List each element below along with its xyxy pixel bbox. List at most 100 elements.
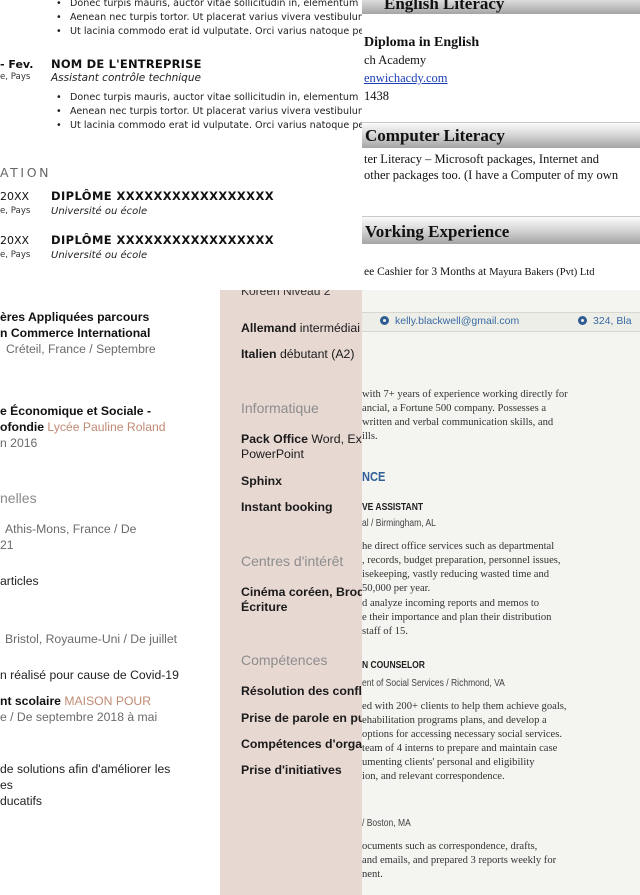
interest-name: Écriture — [241, 600, 288, 614]
diploma-title: DIPLÔME XXXXXXXXXXXXXXXXX — [51, 233, 274, 247]
education-line: e Économique et Sociale - — [0, 404, 152, 418]
job-title: N COUNSELOR — [362, 660, 425, 671]
skill-item: Prise d'initiatives — [241, 763, 342, 777]
job-line: nent. — [362, 869, 383, 880]
scanned-cv-fragment: kelly.blackwell@gmail.com 324, Bla with … — [362, 290, 640, 895]
job-title: VE ASSISTANT — [362, 502, 424, 513]
interest-item: Cinéma coréen, Brod — [241, 585, 362, 599]
skill-name: Résolution des conflit — [241, 684, 362, 698]
academy-website-link[interactable]: enwichacdy.com — [364, 71, 448, 86]
academy-line: ch Academy — [364, 53, 427, 67]
education-line: ères Appliquées parcours — [0, 310, 150, 324]
job-role: Assistant contrôle technique — [51, 72, 201, 84]
experience-line: nt scolaire MAISON POUR — [0, 694, 151, 708]
job-line: ehabilitation programs plans, and develo… — [362, 715, 547, 726]
skill-item: Résolution des conflit — [241, 684, 362, 698]
diploma-line: Diploma in English — [364, 35, 480, 50]
job-location: e, Pays — [0, 72, 31, 82]
experience-line: n réalisé pour cause de Covid-19 — [0, 668, 179, 682]
job-line: options for accessing necessary social s… — [362, 729, 563, 740]
interest-name: Cinéma coréen, Brod — [241, 585, 362, 599]
computer-text-line: ter Literacy – Microsoft packages, Inter… — [364, 152, 599, 166]
language-item: Allemand intermédiai — [241, 321, 360, 335]
job-line: , records, budget preparation, personnel… — [362, 555, 561, 566]
skill-item: Compétences d'organ — [241, 737, 362, 751]
contact-address-text: 324, Bla — [593, 315, 632, 327]
education-section-title: ATION — [0, 165, 52, 180]
job-line: staff of 15. — [362, 626, 408, 637]
education-location: e, Pays — [0, 206, 31, 216]
experience-line: Bristol, Royaume-Uni / De juillet — [5, 632, 178, 646]
summary-line: ills. — [362, 431, 378, 442]
job-employer: / Boston, MA — [362, 818, 411, 829]
software-item: Sphinx — [241, 474, 282, 488]
skill-name: Compétences d'organ — [241, 737, 362, 751]
software-item: Pack Office Word, Ex — [241, 432, 362, 446]
academy-number: 1438 — [364, 89, 389, 103]
education-line: ofondie Lycée Pauline Roland — [0, 420, 166, 434]
work-line-company: Mayura Bakers (Pvt) Ltd — [489, 267, 595, 278]
contact-address: 324, Bla — [578, 315, 632, 327]
experience-section-title: NCE — [362, 469, 386, 484]
language-level: débutant (A2) — [279, 347, 355, 361]
summary-line: ancial, a Fortune 500 company. Possesses… — [362, 403, 547, 414]
skill-name: Prise d'initiatives — [241, 763, 342, 777]
job-line: ion, and relevant correspondence. — [362, 771, 505, 782]
language-level: intermédiai — [299, 321, 360, 335]
software-name: Instant booking — [241, 500, 333, 514]
school-name: Université ou école — [51, 206, 148, 217]
experience-line: 21 — [0, 538, 14, 552]
job-employer: ent of Social Services / Richmond, VA — [362, 678, 505, 689]
experience-heading: nelles — [0, 490, 37, 506]
organization-name: MAISON POUR — [64, 694, 152, 708]
job-line: isekeeping, vastly reducing wasted time … — [362, 569, 550, 580]
job-line: 50,000 per year. — [362, 583, 431, 594]
cv-sidebar: Koreen Niveau 2 Allemand intermédiai Ita… — [220, 290, 362, 895]
diploma-title: DIPLÔME XXXXXXXXXXXXXXXXX — [51, 189, 274, 203]
school-name: Université ou école — [51, 250, 148, 261]
software-name: Sphinx — [241, 474, 282, 488]
summary-line: written and verbal communication skills,… — [362, 417, 554, 428]
contact-email: kelly.blackwell@gmail.com — [380, 315, 519, 327]
education-line: Créteil, France / Septembre — [6, 342, 156, 356]
software-detail-line: PowerPoint — [241, 447, 304, 461]
bullet-item: Aenean nec turpis tortor. Ut placerat va… — [56, 105, 362, 119]
contact-bar: kelly.blackwell@gmail.com 324, Bla — [362, 312, 640, 332]
job-date: - Fev. — [0, 58, 34, 71]
experience-line: articles — [0, 574, 39, 588]
job-line: and emails, and prepared 3 reports weekl… — [362, 855, 557, 866]
bullet-item: Donec turpis mauris, auctor vitae sollic… — [56, 91, 362, 105]
interest-item: Écriture — [241, 600, 287, 614]
job-bullet-list: Donec turpis mauris, auctor vitae sollic… — [56, 91, 362, 133]
bullet-item: Donec turpis mauris, auctor vitae sollic… — [56, 0, 362, 11]
skills-heading: Compétences — [241, 652, 328, 668]
email-icon — [380, 316, 389, 325]
software-name: Pack Office — [241, 432, 308, 446]
experience-line: Athis-Mons, France / De — [5, 522, 137, 536]
location-pin-icon — [578, 316, 587, 325]
job-line: ocuments such as correspondence, drafts, — [362, 841, 538, 852]
interests-heading: Centres d'intérêt — [241, 553, 344, 569]
experience-line: ducatifs — [0, 794, 43, 808]
school-name: Lycée Pauline Roland — [47, 420, 166, 434]
job-employer: al / Birmingham, AL — [362, 518, 436, 529]
job-line: ed with 200+ clients to help them achiev… — [362, 701, 567, 712]
experience-line-bold: nt scolaire — [0, 694, 61, 708]
education-date: 20XX — [0, 190, 30, 203]
bullet-item: Ut lacinia commodo erat id vulputate. Or… — [56, 119, 362, 133]
software-detail: Word, Ex — [311, 432, 362, 446]
job-line: d analyze incoming reports and memos to — [362, 598, 540, 609]
company-name: NOM DE L'ENTREPRISE — [51, 57, 202, 71]
informatique-heading: Informatique — [241, 400, 319, 416]
bullet-item: Ut lacinia commodo erat id vulputate. Or… — [56, 25, 362, 39]
software-item: Instant booking — [241, 500, 333, 514]
education-line: n Commerce International — [0, 326, 151, 340]
bullet-item: Aenean nec turpis tortor. Ut placerat va… — [56, 11, 362, 25]
job-line: umenting clients' personal and eligibili… — [362, 757, 535, 768]
job-line: team of 4 interns to prepare and maintai… — [362, 743, 558, 754]
computer-text-line: other packages too. (I have a Computer o… — [364, 168, 619, 182]
experience-line: es — [0, 778, 13, 792]
cut-language-line: Koreen Niveau 2 — [241, 290, 331, 298]
experience-line: de solutions afin d'améliorer les — [0, 762, 171, 776]
job-line: e their importance and plan their distri… — [362, 612, 552, 623]
